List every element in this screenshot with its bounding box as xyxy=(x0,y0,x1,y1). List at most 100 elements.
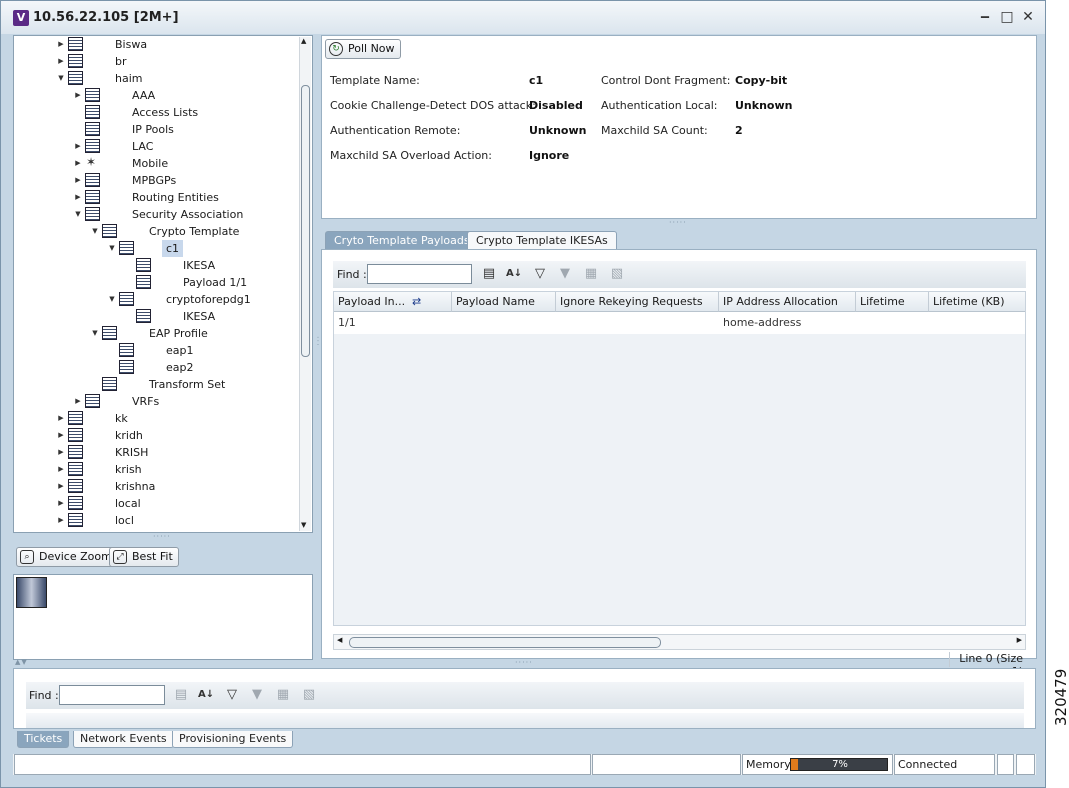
tree-scrollbar[interactable]: ▲ ▼ xyxy=(299,37,311,531)
tree-item[interactable]: ▶ Routing Entities xyxy=(14,189,298,206)
tree-item[interactable]: ▶ krish xyxy=(14,461,298,478)
tree-item-label: EAP Profile xyxy=(149,327,208,340)
events-find-input[interactable] xyxy=(59,685,165,705)
tab-network-events[interactable]: Network Events xyxy=(73,731,174,748)
tree-item[interactable]: Payload 1/1 xyxy=(14,274,298,291)
table-horizontal-scrollbar[interactable]: ◀ ▶ xyxy=(333,634,1026,650)
tree-scroll-thumb[interactable] xyxy=(301,85,310,357)
scroll-down-icon[interactable]: ▼ xyxy=(301,521,306,529)
tree-item[interactable]: ▶ LAC xyxy=(14,138,298,155)
column-header-payload-name[interactable]: Payload Name xyxy=(452,292,556,312)
tree-item[interactable]: Transform Set xyxy=(14,376,298,393)
tree-item[interactable]: ▶ br xyxy=(14,53,298,70)
find-input[interactable] xyxy=(367,264,472,284)
tree-item[interactable]: ▼ Security Association xyxy=(14,206,298,223)
minimize-button[interactable]: ‒ xyxy=(977,8,993,26)
clear-filter-icon[interactable]: ▦ xyxy=(583,266,599,282)
events-export-icon[interactable]: ▤ xyxy=(173,687,189,703)
tree-item[interactable]: ▼ Crypto Template xyxy=(14,223,298,240)
expand-arrow-icon[interactable]: ▶ xyxy=(73,138,83,155)
device-zoom-button[interactable]: ⌕ Device Zoom xyxy=(16,547,118,567)
expand-arrow-icon[interactable]: ▶ xyxy=(56,427,66,444)
column-header-lifetime-kb[interactable]: Lifetime (KB) xyxy=(929,292,1025,312)
tree-item[interactable]: Access Lists xyxy=(14,104,298,121)
expand-arrow-icon[interactable]: ▶ xyxy=(73,393,83,410)
tree-item[interactable]: ▼ cryptoforepdg1 xyxy=(14,291,298,308)
tree-item[interactable]: ▶ kridh xyxy=(14,427,298,444)
expand-arrow-icon[interactable]: ▶ xyxy=(56,495,66,512)
inventory-tree[interactable]: ▶ Biswa ▶ br ▼ haim ▶ AAA Access Lists IP Pools ▶ L… xyxy=(13,35,313,533)
tree-item[interactable]: eap2 xyxy=(14,359,298,376)
splitter-handle[interactable]: ····· xyxy=(153,532,171,541)
expand-arrow-icon[interactable]: ▶ xyxy=(56,478,66,495)
filter-icon[interactable]: ▽ xyxy=(532,266,548,282)
events-sort-icon[interactable]: A↓ xyxy=(198,687,214,703)
table-row[interactable]: 1/1 home-address xyxy=(334,312,1025,334)
tree-item[interactable]: ▶ local xyxy=(14,495,298,512)
collapse-arrow-icon[interactable]: ▼ xyxy=(56,70,66,87)
expand-arrow-icon[interactable]: ▶ xyxy=(56,461,66,478)
tree-item[interactable]: ▶ kk xyxy=(14,410,298,427)
tree-item[interactable]: ▶ Biswa xyxy=(14,36,298,53)
maximize-button[interactable]: □ xyxy=(999,8,1015,26)
best-fit-button[interactable]: ⤢ Best Fit xyxy=(109,547,179,567)
expand-arrow-icon[interactable]: ▶ xyxy=(73,172,83,189)
collapse-arrow-icon[interactable]: ▼ xyxy=(90,325,100,342)
overview-viewport[interactable] xyxy=(16,577,47,608)
tree-item[interactable]: ▼ haim xyxy=(14,70,298,87)
tree-item[interactable]: IKESA xyxy=(14,308,298,325)
collapse-icon[interactable]: ▲▼ xyxy=(15,658,28,666)
close-button[interactable]: ✕ xyxy=(1020,8,1036,26)
tab-crypto-template-ikesas[interactable]: Crypto Template IKESAs xyxy=(467,231,617,249)
horizontal-splitter-handle[interactable]: ····· xyxy=(669,218,687,227)
poll-now-button[interactable]: ↻ Poll Now xyxy=(325,39,401,59)
tree-item[interactable]: IKESA xyxy=(14,257,298,274)
expand-arrow-icon[interactable]: ▶ xyxy=(73,189,83,206)
tree-item[interactable]: ▶ VRFs xyxy=(14,393,298,410)
bottom-splitter-handle[interactable]: ····· xyxy=(515,658,533,667)
tree-item[interactable]: eap1 xyxy=(14,342,298,359)
export-icon[interactable]: ▤ xyxy=(481,266,497,282)
events-advanced-filter-icon[interactable]: ▼ xyxy=(249,687,265,703)
tree-item[interactable]: ▼ c1 xyxy=(14,240,298,257)
expand-arrow-icon[interactable]: ▶ xyxy=(56,512,66,529)
collapse-arrow-icon[interactable]: ▼ xyxy=(107,291,117,308)
scroll-left-icon[interactable]: ◀ xyxy=(337,636,342,644)
collapse-arrow-icon[interactable]: ▼ xyxy=(107,240,117,257)
tree-item[interactable]: ▶ MPBGPs xyxy=(14,172,298,189)
expand-arrow-icon[interactable]: ▶ xyxy=(56,444,66,461)
tree-item-label: locl xyxy=(115,514,134,527)
column-header-ip-address-allocation[interactable]: IP Address Allocation xyxy=(719,292,856,312)
expand-arrow-icon[interactable]: ▶ xyxy=(56,36,66,53)
sort-icon[interactable]: A↓ xyxy=(506,266,522,282)
column-header-lifetime[interactable]: Lifetime xyxy=(856,292,929,312)
collapse-arrow-icon[interactable]: ▼ xyxy=(73,206,83,223)
events-edit-filter-icon[interactable]: ▧ xyxy=(301,687,317,703)
tree-item[interactable]: ▶ AAA xyxy=(14,87,298,104)
advanced-filter-icon[interactable]: ▼ xyxy=(557,266,573,282)
scroll-right-icon[interactable]: ▶ xyxy=(1017,636,1022,644)
edit-filter-icon[interactable]: ▧ xyxy=(609,266,625,282)
column-header-ignore-rekeying[interactable]: Ignore Rekeying Requests xyxy=(556,292,719,312)
collapse-arrow-icon[interactable]: ▼ xyxy=(90,223,100,240)
tab-tickets[interactable]: Tickets xyxy=(17,731,70,748)
table-scroll-thumb[interactable] xyxy=(349,637,661,648)
tree-item[interactable]: ▼ EAP Profile xyxy=(14,325,298,342)
expand-arrow-icon[interactable]: ▶ xyxy=(73,155,83,172)
tab-crypto-template-payloads[interactable]: Cryto Template Payloads xyxy=(325,231,479,249)
scroll-up-icon[interactable]: ▲ xyxy=(301,37,306,45)
tree-item[interactable]: ▶ locl xyxy=(14,512,298,529)
events-clear-filter-icon[interactable]: ▦ xyxy=(275,687,291,703)
tree-item[interactable]: ▶ KRISH xyxy=(14,444,298,461)
title-bar[interactable]: V 10.56.22.105 [2M+] ‒ □ ✕ xyxy=(1,1,1045,34)
overview-canvas[interactable] xyxy=(13,574,313,660)
tree-item[interactable]: ▶ krishna xyxy=(14,478,298,495)
tab-provisioning-events[interactable]: Provisioning Events xyxy=(172,731,294,748)
tree-item[interactable]: IP Pools xyxy=(14,121,298,138)
expand-arrow-icon[interactable]: ▶ xyxy=(73,87,83,104)
expand-arrow-icon[interactable]: ▶ xyxy=(56,410,66,427)
expand-arrow-icon[interactable]: ▶ xyxy=(56,53,66,70)
column-header-payload-index[interactable]: Payload In... ⇄ xyxy=(334,292,452,312)
tree-item[interactable]: ▶ Mobile xyxy=(14,154,298,172)
events-filter-icon[interactable]: ▽ xyxy=(224,687,240,703)
